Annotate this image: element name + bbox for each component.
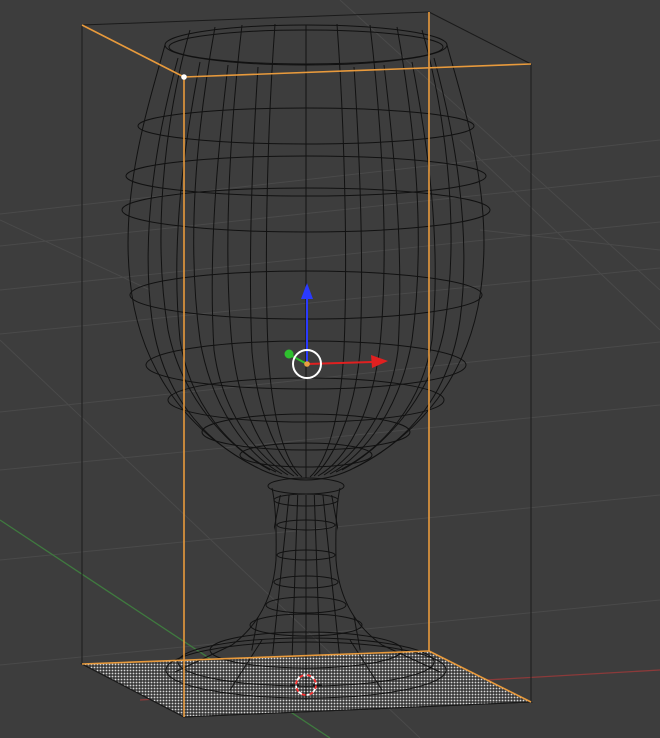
z-arrow-icon[interactable] [301,283,313,299]
object-origin [304,361,310,367]
floor-grid [0,0,660,738]
x-axis-handle[interactable] [306,361,373,365]
x-arrow-icon[interactable] [371,355,388,368]
y-handle-icon[interactable] [284,349,294,359]
3d-viewport[interactable] [0,0,660,738]
selected-vertex[interactable] [181,74,187,80]
